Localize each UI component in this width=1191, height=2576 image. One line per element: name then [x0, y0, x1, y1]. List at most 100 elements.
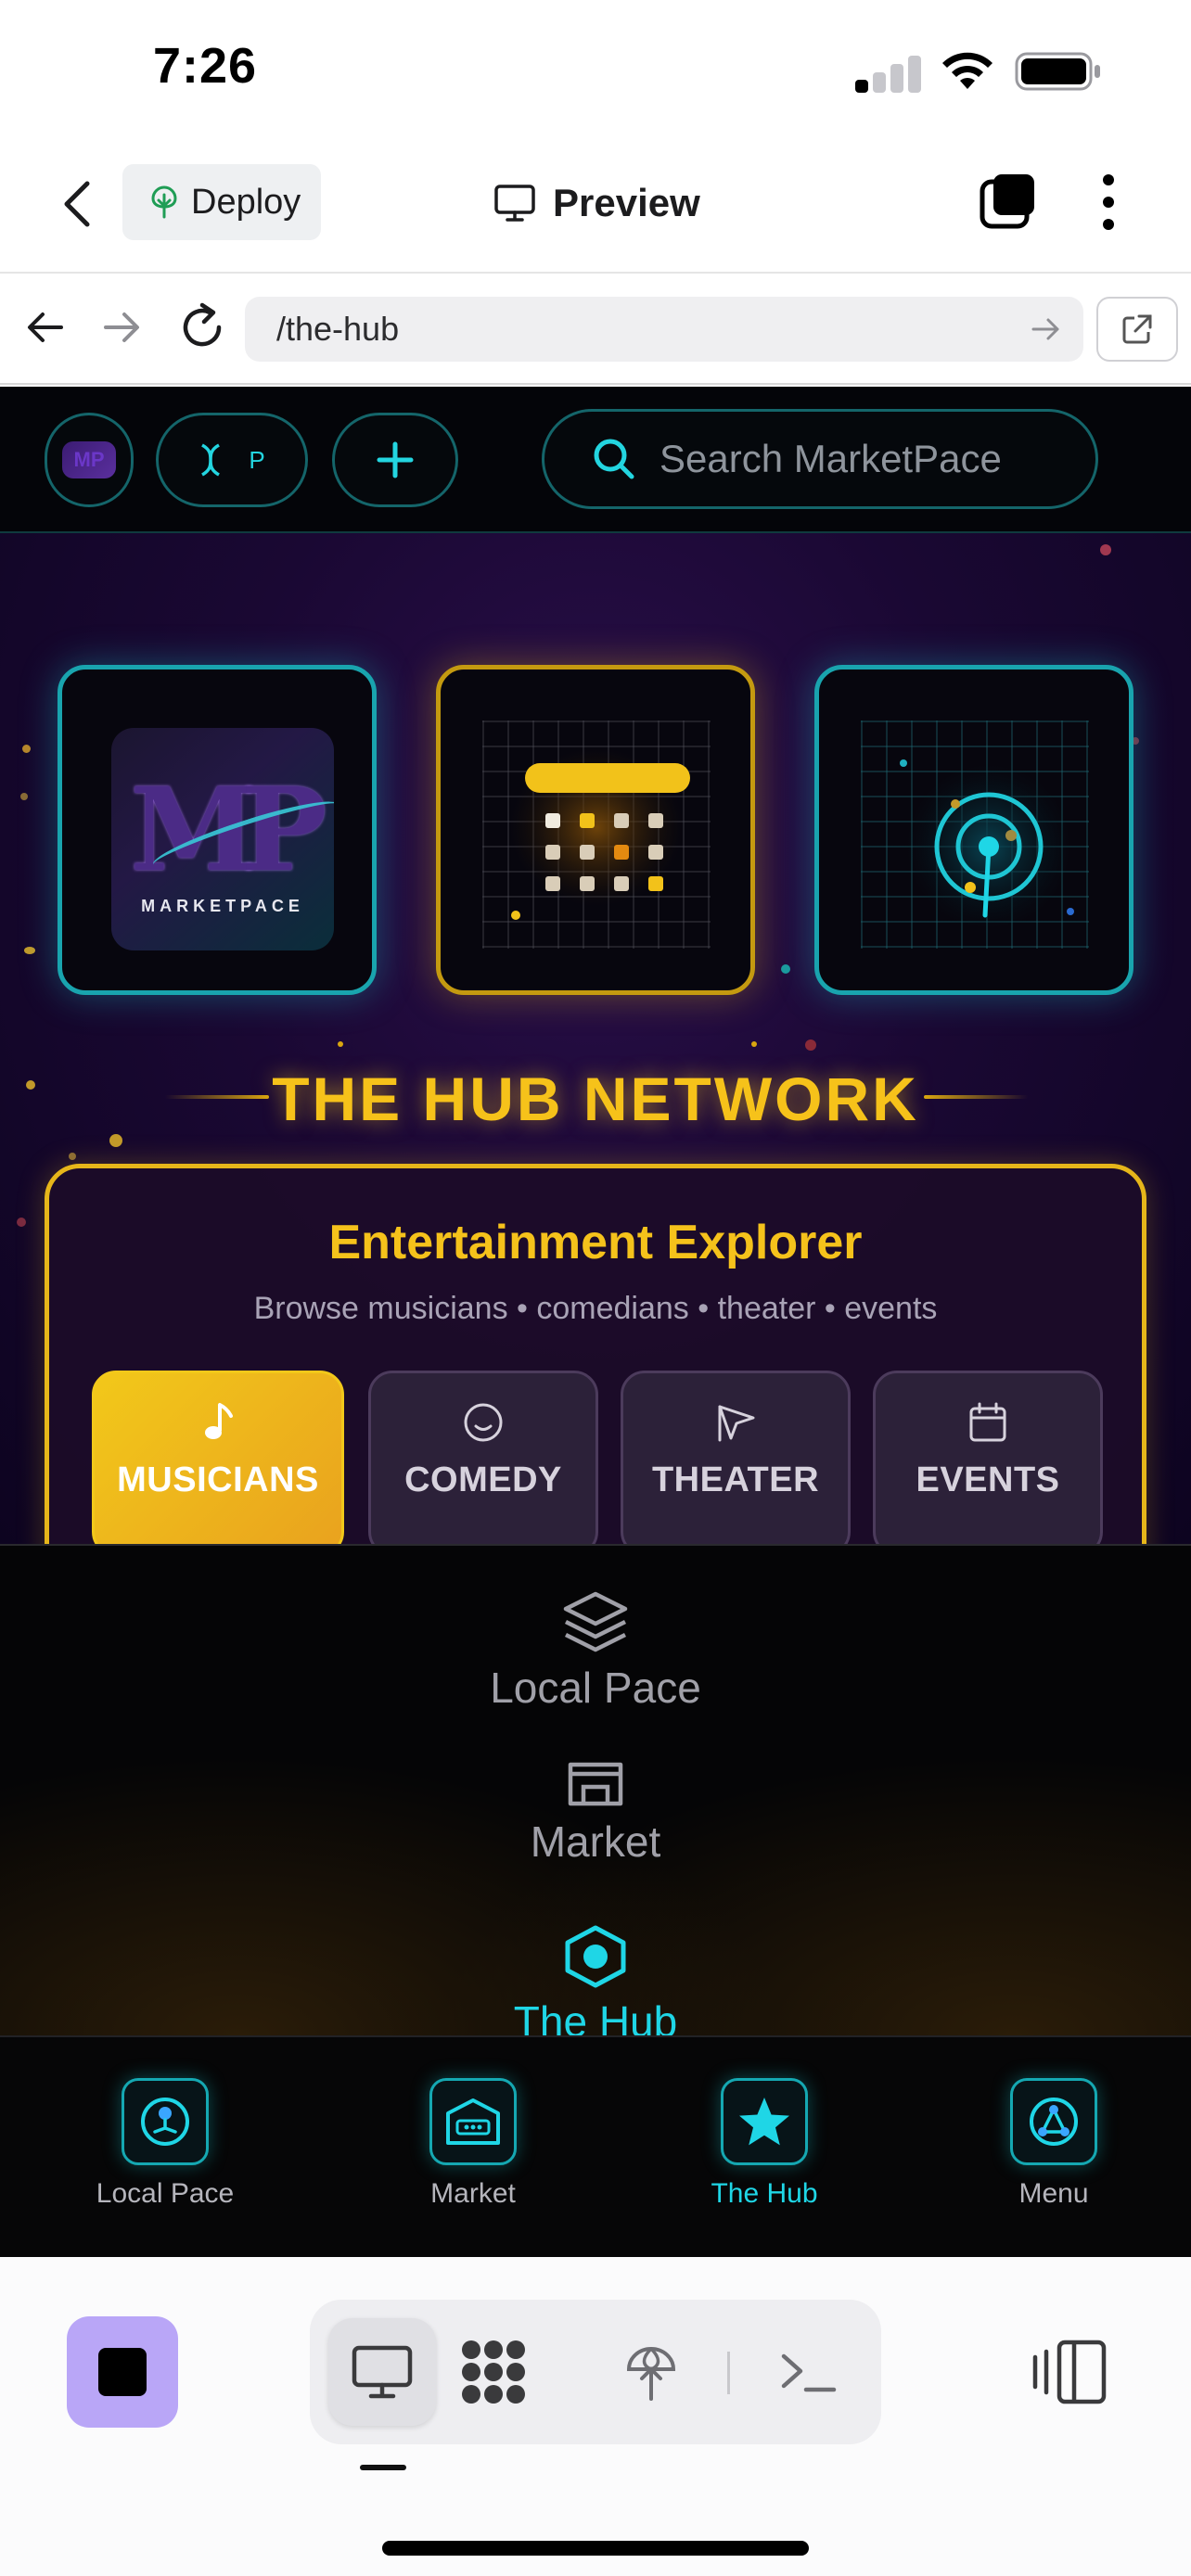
theater-icon	[718, 1405, 755, 1442]
drawer-item-the-hub-label: The Hub	[513, 1997, 678, 2035]
sparkle	[17, 1218, 26, 1227]
drawer-item-local-pace-label: Local Pace	[490, 1664, 701, 1712]
sparkle	[69, 1153, 76, 1160]
tab-musicians-label: MUSICIANS	[117, 1460, 319, 1499]
explorer-subtitle: Browse musicians • comedians • theater •…	[253, 1291, 938, 1326]
url-text: /the-hub	[276, 310, 400, 348]
hub-hexagon-icon	[565, 1925, 626, 1988]
app-bar: Deploy Preview	[0, 139, 1191, 274]
terminal-icon	[781, 2353, 837, 2392]
marketpace-wordmark: MARKETPACE	[141, 897, 304, 915]
deploy-globe-icon	[626, 2347, 676, 2401]
market-icon	[446, 2098, 500, 2145]
marketpace-mini-logo: MP	[62, 441, 116, 478]
section-menu-drawer: Local Pace Market The Hub	[0, 1544, 1191, 2035]
tab-theater-label: THEATER	[651, 1460, 820, 1499]
tool-shell[interactable]	[755, 2318, 863, 2426]
nav-local-pace-label: Local Pace	[96, 2178, 235, 2209]
preview-title-label: Preview	[553, 181, 700, 224]
panel-toggle-icon[interactable]	[1030, 2335, 1109, 2409]
sparkle	[805, 1039, 816, 1051]
tool-preview[interactable]	[328, 2318, 436, 2426]
market-icon	[568, 1762, 623, 1806]
profile-pill-button[interactable]: P	[156, 413, 308, 507]
tool-apps[interactable]	[440, 2318, 547, 2426]
reload-icon[interactable]	[176, 300, 228, 355]
tab-theater[interactable]: THEATER	[621, 1371, 851, 1544]
marketpace-tile[interactable]: MP MARKETPACE	[58, 665, 377, 995]
marketpace-logo-button[interactable]: MP	[45, 413, 134, 507]
music-note-icon	[205, 1403, 233, 1439]
radar-tile[interactable]	[814, 665, 1133, 995]
title-divider-right	[924, 1095, 1028, 1099]
hero-section: MP MARKETPACE THE HUB NETWORK Entertainm…	[0, 533, 1191, 1544]
wifi-icon	[942, 52, 992, 89]
drawer-item-market[interactable]: Market	[0, 1759, 1191, 1867]
stop-button[interactable]	[67, 2316, 178, 2428]
go-arrow-icon[interactable]	[1028, 312, 1063, 347]
tabs-icon[interactable]	[979, 172, 1038, 232]
bottom-toolbar	[0, 2257, 1191, 2576]
stop-icon	[98, 2348, 147, 2396]
deploy-icon	[151, 185, 177, 219]
tab-comedy-label: COMEDY	[404, 1460, 562, 1499]
external-link-icon	[1122, 314, 1152, 344]
drawer-item-local-pace[interactable]: Local Pace	[0, 1590, 1191, 1713]
marketpace-logo: MP MARKETPACE	[111, 728, 334, 950]
nav-the-hub-label: The Hub	[711, 2178, 818, 2209]
sparkle	[22, 745, 31, 753]
apps-cluster-icon	[462, 2340, 525, 2404]
home-indicator	[382, 2541, 809, 2556]
star-icon	[739, 2098, 789, 2146]
status-time: 7:26	[153, 38, 258, 94]
cellular-signal-icon	[855, 54, 922, 93]
url-bar: /the-hub	[0, 275, 1191, 385]
search-input[interactable]: Search MarketPace	[542, 409, 1098, 509]
nav-local-pace[interactable]: Local Pace	[63, 2078, 267, 2210]
tab-musicians[interactable]: MUSICIANS	[92, 1371, 344, 1544]
explorer-title: Entertainment Explorer	[328, 1216, 863, 1269]
nav-market-label: Market	[430, 2178, 516, 2209]
search-icon	[594, 439, 634, 479]
deploy-button[interactable]: Deploy	[122, 164, 321, 240]
open-external-button[interactable]	[1096, 297, 1178, 362]
plus-icon	[377, 441, 414, 478]
status-bar: 7:26	[0, 0, 1191, 139]
browser-forward-icon[interactable]	[100, 303, 143, 351]
tool-switcher	[310, 2300, 881, 2444]
tab-events-label: EVENTS	[916, 1460, 1060, 1499]
search-placeholder: Search MarketPace	[660, 437, 1002, 480]
more-options-icon[interactable]	[1090, 171, 1127, 234]
hub-title-block: THE HUB NETWORK	[0, 1052, 1191, 1138]
add-button[interactable]	[332, 413, 458, 507]
nav-market[interactable]: Market	[371, 2078, 575, 2210]
calendar-icon	[969, 1402, 1006, 1442]
nav-menu[interactable]: Menu	[952, 2078, 1156, 2210]
sparkle	[1100, 544, 1111, 555]
dna-icon	[201, 443, 221, 477]
site-header: MP P Search MarketPace	[0, 387, 1191, 533]
tool-deployments[interactable]	[597, 2318, 705, 2426]
drawer-item-market-label: Market	[530, 1817, 661, 1866]
browser-back-icon[interactable]	[24, 303, 67, 351]
layers-icon	[563, 1591, 628, 1652]
tab-events[interactable]: EVENTS	[873, 1371, 1103, 1544]
entertainment-explorer-card: Entertainment Explorer Browse musicians …	[45, 1164, 1146, 1544]
toolbar-separator	[727, 2352, 730, 2394]
tab-comedy[interactable]: COMEDY	[368, 1371, 598, 1544]
bottom-navigation: Local Pace Market The Hub Menu	[0, 2035, 1191, 2257]
active-tool-indicator	[360, 2465, 406, 2470]
url-field[interactable]: /the-hub	[245, 297, 1083, 362]
sparkle	[751, 1041, 757, 1047]
battery-icon	[1015, 52, 1100, 91]
sparkle	[20, 793, 28, 800]
nav-the-hub[interactable]: The Hub	[662, 2078, 866, 2210]
calendar-tile[interactable]	[436, 665, 755, 995]
local-pace-icon	[141, 2098, 189, 2146]
sparkle	[781, 964, 790, 974]
back-chevron-icon[interactable]	[56, 176, 102, 232]
profile-pill-letter: P	[249, 445, 265, 474]
drawer-item-the-hub[interactable]: The Hub	[0, 1924, 1191, 2035]
smiley-icon	[464, 1403, 503, 1442]
sparkle	[24, 947, 35, 954]
